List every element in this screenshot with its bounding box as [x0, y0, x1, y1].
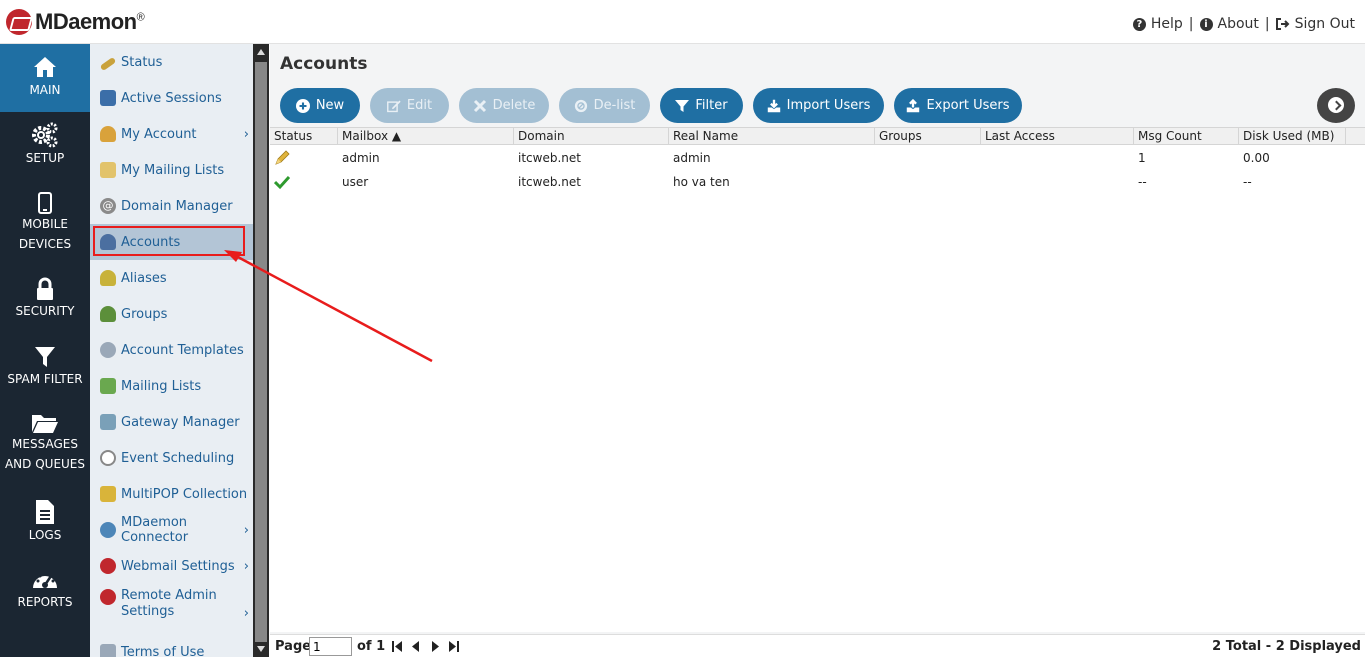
annotation-arrow [224, 250, 433, 363]
